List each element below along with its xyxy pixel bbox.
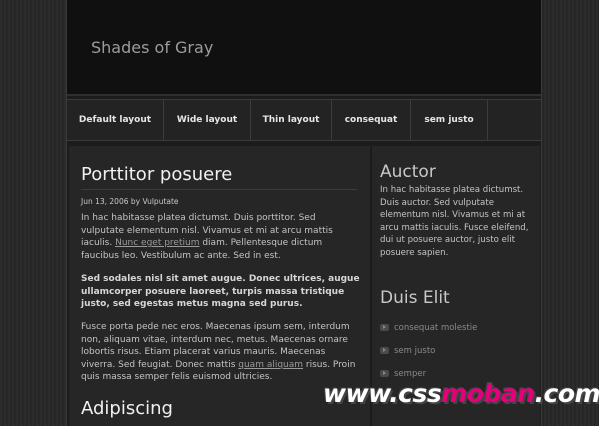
main-nav: Default layout Wide layout Thin layout c… [67, 99, 541, 141]
nav-item-default-layout[interactable]: Default layout [67, 100, 164, 140]
arrow-icon [380, 370, 389, 377]
post-paragraph-1: In hac habitasse platea dictumst. Duis p… [81, 212, 361, 262]
sidebar-item-label: consequat molestie [394, 322, 478, 333]
post-paragraph-2: Sed sodales nisl sit amet augue. Donec u… [81, 274, 360, 310]
sidebar-item-consequat-molestie[interactable]: consequat molestie [380, 316, 535, 339]
sidebar-list: consequat molestie sem justo semper [380, 316, 535, 385]
post-paragraph-3: Fusce porta pede nec eros. Maecenas ipsu… [81, 321, 361, 384]
arrow-icon [380, 324, 389, 331]
watermark: www.cssmoban.com [323, 379, 599, 408]
page-container: Shades of Gray Default layout Wide layou… [66, 0, 542, 426]
sidebar-text: In hac habitasse platea dictumst. Duis a… [380, 185, 529, 258]
post-title[interactable]: Porttitor posuere [81, 164, 357, 190]
inline-link-quam-aliquam[interactable]: quam aliquam [238, 360, 303, 370]
post-title-2[interactable]: Adipiscing [81, 398, 173, 419]
watermark-part: .com [534, 379, 599, 408]
sidebar-item-label: semper [394, 368, 427, 379]
post-meta: Jun 13, 2006 by Vulputate [81, 197, 179, 206]
inline-link-nunc-eget-pretium[interactable]: Nunc eget pretium [115, 238, 199, 248]
sidebar-item-label: sem justo [394, 345, 436, 356]
watermark-part: moban [441, 379, 535, 408]
watermark-part: www.css [323, 379, 442, 408]
nav-item-thin-layout[interactable]: Thin layout [251, 100, 332, 140]
sidebar-heading-duis-elit: Duis Elit [380, 288, 450, 308]
nav-item-wide-layout[interactable]: Wide layout [164, 100, 251, 140]
arrow-icon [380, 347, 389, 354]
sidebar-item-sem-justo[interactable]: sem justo [380, 339, 535, 362]
nav-item-sem-justo[interactable]: sem justo [411, 100, 488, 140]
sidebar-heading-auctor: Auctor [380, 162, 436, 182]
site-title[interactable]: Shades of Gray [91, 38, 213, 57]
nav-item-consequat[interactable]: consequat [332, 100, 411, 140]
site-header: Shades of Gray [67, 0, 541, 96]
